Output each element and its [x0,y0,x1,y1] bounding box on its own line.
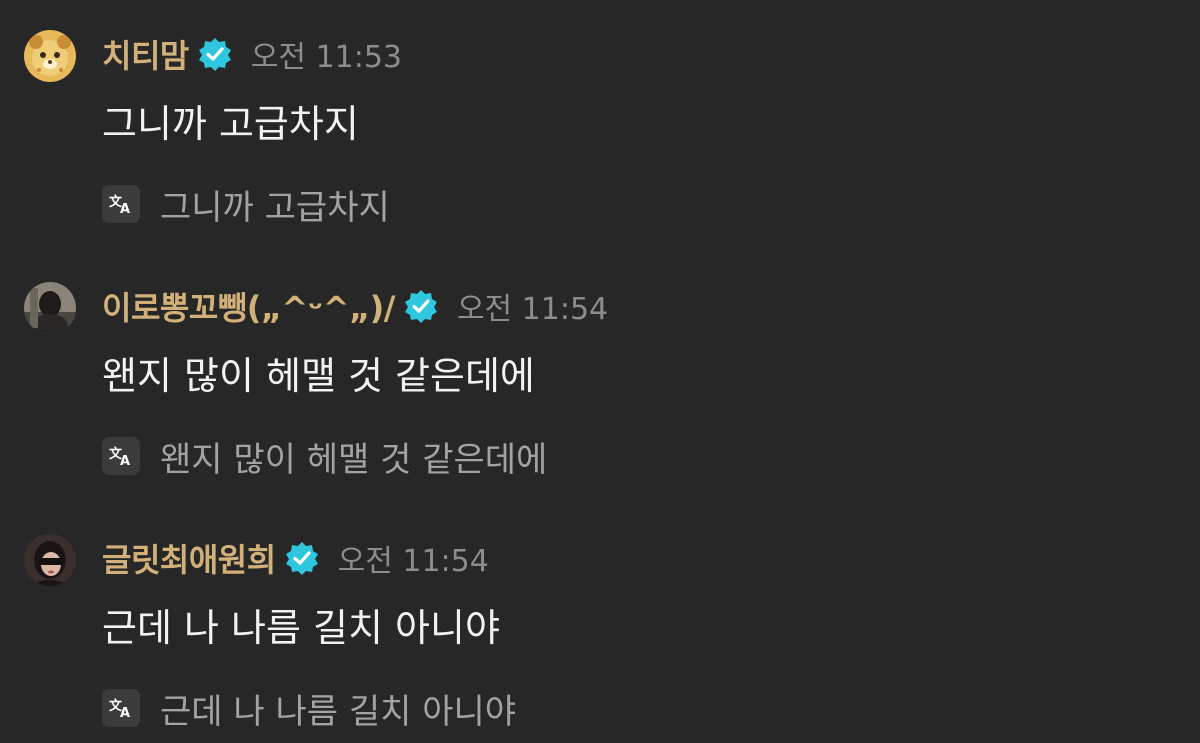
username[interactable]: 이로뽕꼬뺑(„^ᵕ^„)/ [102,283,395,329]
chat-message: 치티맘 오전 11:53 그니까 고급차지 文 A 그니까 고급차지 [0,0,1200,252]
translate-icon[interactable]: 文 A [102,185,140,223]
message-header: 치티맘 오전 11:53 [102,32,402,76]
message-text: 그니까 고급차지 [102,102,359,146]
username[interactable]: 치티맘 [102,31,189,77]
timestamp: 오전 11:54 [456,292,609,327]
translate-icon[interactable]: 文 A [102,689,140,727]
avatar-image [24,282,76,334]
translation-row: 文 A 근데 나 나름 길치 아니야 [102,684,516,732]
verified-badge-icon [403,288,439,324]
translated-text: 근데 나 나름 길치 아니야 [160,691,517,732]
verified-badge-icon [284,540,320,576]
timestamp: 오전 11:54 [337,544,489,579]
translated-text: 왠지 많이 헤맬 것 같은데에 [160,439,548,480]
chat-message-list: 치티맘 오전 11:53 그니까 고급차지 文 A 그니까 고급차지 이로뽕꼬뺑… [0,0,1200,743]
avatar-image [24,30,76,82]
avatar-image [24,534,76,586]
avatar[interactable] [24,282,76,334]
translated-text: 그니까 고급차지 [160,187,390,228]
chat-message: 글릿최애원희 오전 11:54 근데 나 나름 길치 아니야 文 A 근데 나 … [0,504,1200,743]
timestamp: 오전 11:53 [250,40,403,75]
message-text: 근데 나 나름 길치 아니야 [102,606,500,650]
svg-text:A: A [120,706,130,721]
message-header: 글릿최애원희 오전 11:54 [102,536,489,580]
username[interactable]: 글릿최애원희 [102,535,276,581]
translate-icon[interactable]: 文 A [102,437,140,475]
avatar[interactable] [24,30,76,82]
message-header: 이로뽕꼬뺑(„^ᵕ^„)/ 오전 11:54 [102,284,608,328]
svg-text:A: A [120,454,130,469]
chat-message: 이로뽕꼬뺑(„^ᵕ^„)/ 오전 11:54 왠지 많이 헤맬 것 같은데에 文… [0,252,1200,504]
translation-row: 文 A 그니까 고급차지 [102,180,390,228]
svg-text:A: A [120,202,130,217]
verified-badge-icon [197,36,233,72]
translation-row: 文 A 왠지 많이 헤맬 것 같은데에 [102,432,547,480]
avatar[interactable] [24,534,76,586]
message-text: 왠지 많이 헤맬 것 같은데에 [102,354,535,398]
